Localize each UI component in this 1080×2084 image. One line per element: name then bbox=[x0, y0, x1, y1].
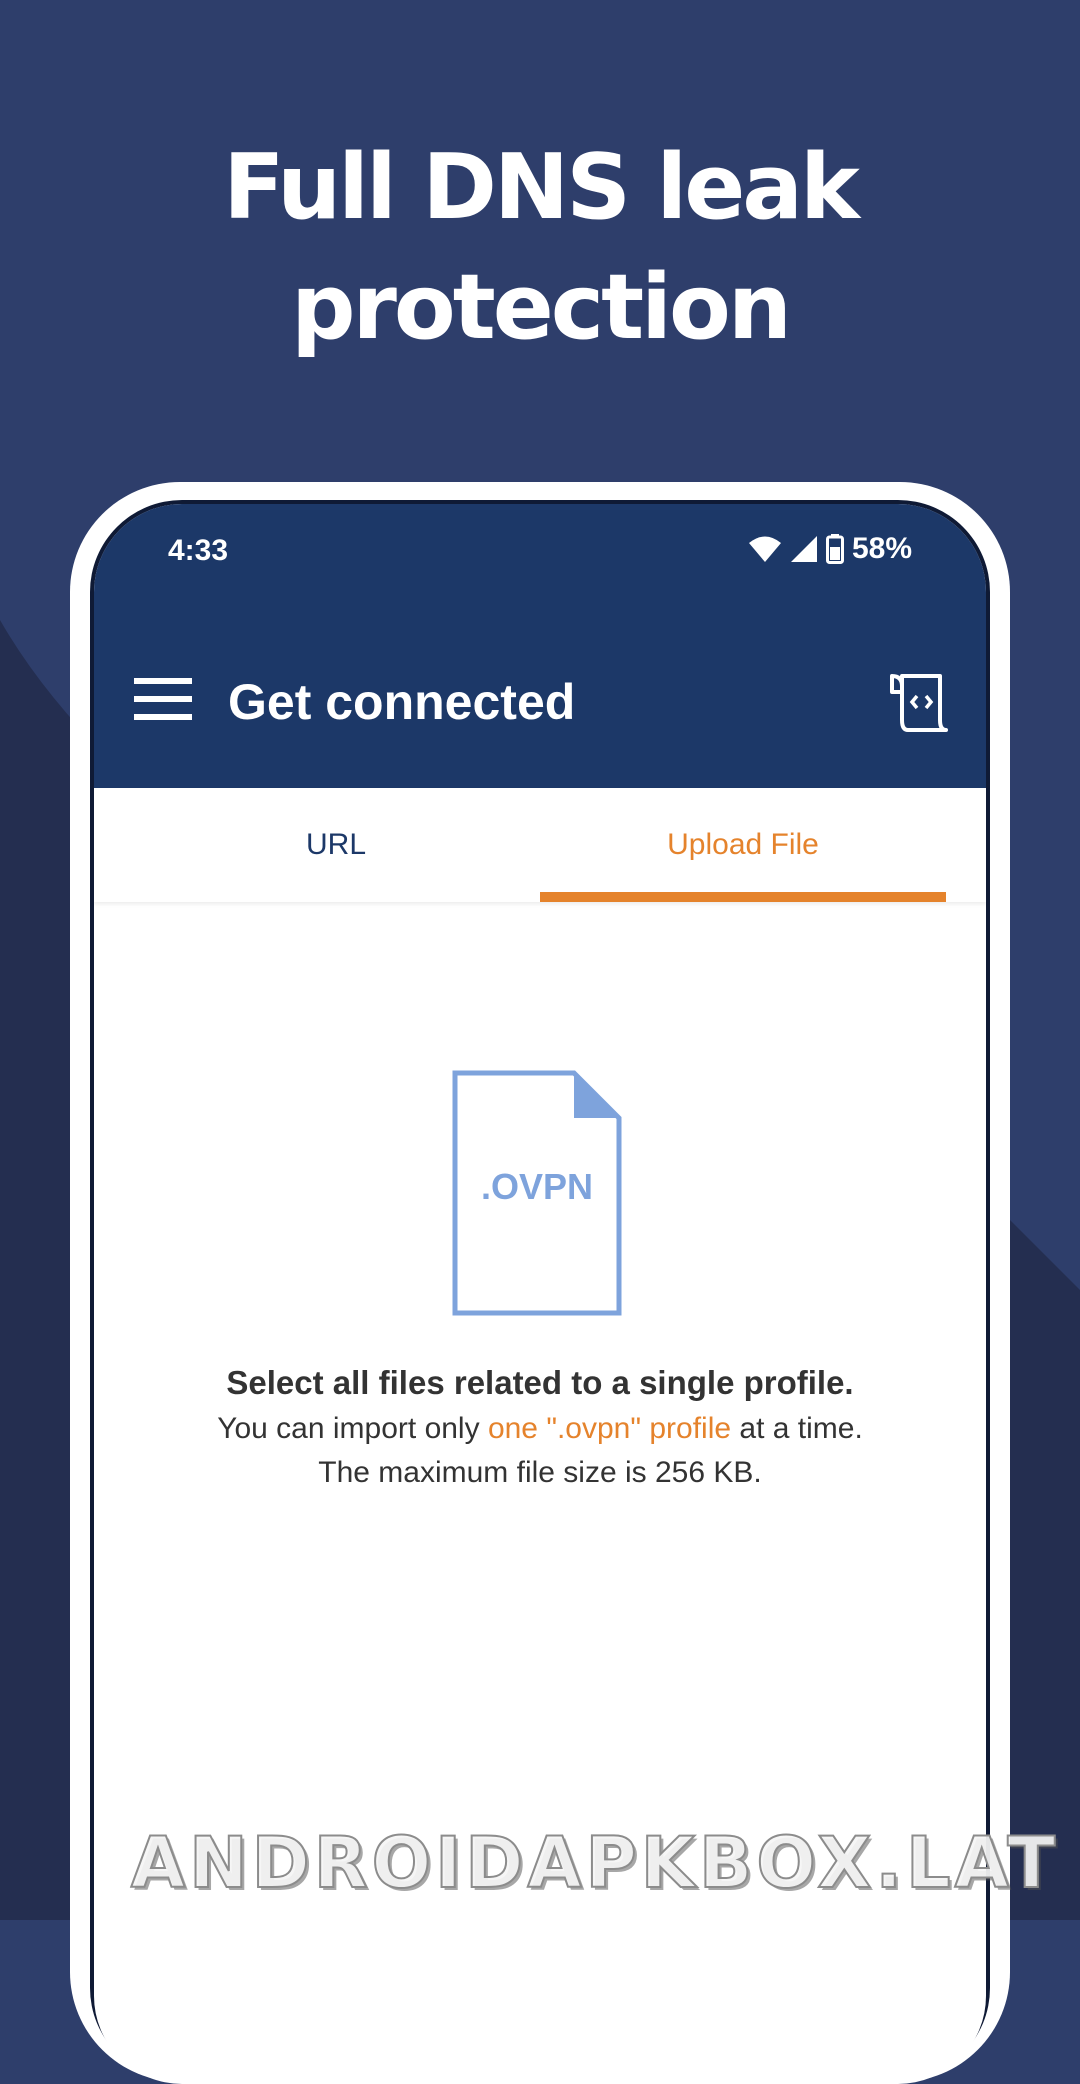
instruction-prefix: You can import only bbox=[217, 1412, 488, 1445]
instruction-suffix: at a time. bbox=[731, 1412, 863, 1445]
watermark: ANDROIDAPKBOX.LAT bbox=[130, 1821, 1060, 1905]
ovpn-file-label: .OVPN bbox=[480, 1166, 594, 1207]
app-bar: 4:33 58% Get connected bbox=[94, 504, 986, 788]
hamburger-menu-icon[interactable] bbox=[134, 674, 196, 724]
headline-line-2: protection bbox=[291, 255, 792, 360]
wifi-icon bbox=[748, 536, 781, 562]
battery-percentage: 58% bbox=[851, 532, 912, 565]
instruction-accent: one ".ovpn" profile bbox=[487, 1412, 732, 1445]
headline-line-1: Full DNS leak bbox=[223, 135, 860, 240]
tab-upload-file[interactable]: Upload File bbox=[540, 788, 946, 902]
page-title: Get connected bbox=[228, 674, 576, 730]
headline: Full DNS leak protection bbox=[0, 128, 1080, 368]
script-file-icon[interactable] bbox=[888, 672, 950, 734]
status-icons: 58% bbox=[748, 532, 912, 566]
upload-instruction-line-1: You can import only one ".ovpn" profile … bbox=[94, 1412, 986, 1446]
cellular-signal-icon bbox=[790, 536, 817, 562]
tab-url[interactable]: URL bbox=[134, 788, 538, 902]
tab-selected-indicator bbox=[540, 892, 946, 902]
upload-instruction-line-2: The maximum file size is 256 KB. bbox=[318, 1456, 762, 1489]
battery-icon bbox=[825, 534, 844, 564]
upload-instruction-title: Select all files related to a single pro… bbox=[226, 1364, 854, 1401]
tab-bar: URL Upload File bbox=[94, 788, 986, 902]
status-time: 4:33 bbox=[168, 534, 229, 567]
